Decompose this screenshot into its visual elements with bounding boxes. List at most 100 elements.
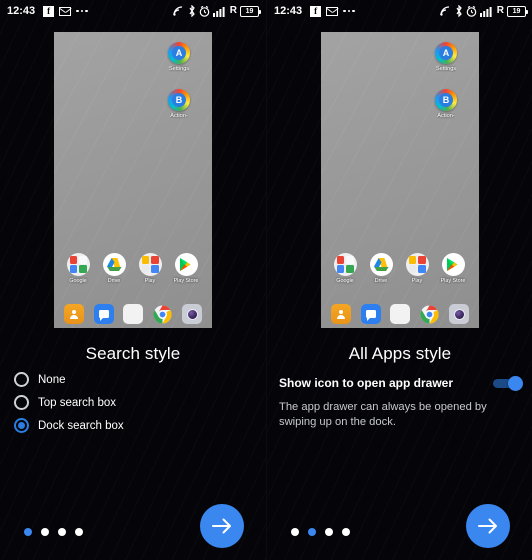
app-label: Play Store	[173, 278, 199, 284]
toggle-label: Show icon to open app drawer	[279, 376, 454, 390]
drive-icon	[102, 253, 126, 276]
phone-preview-left: A Settings B Action- Google Drive Play P…	[54, 32, 212, 328]
signal-icon	[479, 6, 494, 17]
app-drawer-toggle-row[interactable]: Show icon to open app drawer	[279, 376, 523, 391]
app-play-store[interactable]: Play Store	[168, 253, 204, 284]
radio-label: Dock search box	[38, 419, 124, 432]
app-row: Google Drive Play Play Store	[60, 253, 206, 284]
page-dot[interactable]	[325, 528, 333, 536]
app-drawer-icon[interactable]	[390, 304, 410, 324]
battery-icon: 19	[240, 5, 262, 17]
chrome-icon[interactable]	[420, 304, 440, 324]
status-bar-system-icons: R 19	[173, 5, 262, 17]
google-folder-icon	[66, 253, 90, 276]
settings-ring-icon: A	[435, 42, 457, 64]
drive-icon	[369, 253, 393, 276]
app-drawer-icon[interactable]	[123, 304, 143, 324]
toggle-knob	[508, 376, 523, 391]
play-store-icon	[441, 253, 465, 276]
status-bar-notification-icons: f	[43, 5, 88, 17]
arrow-right-icon	[477, 517, 499, 535]
app-google-folder[interactable]: Google	[327, 253, 363, 284]
status-bar-notification-icons: f	[310, 5, 355, 17]
app-play-store[interactable]: Play Store	[435, 253, 471, 284]
status-bar: 12:43 f R 19	[267, 0, 532, 22]
page-dot[interactable]	[58, 528, 66, 536]
messages-icon[interactable]	[93, 304, 114, 324]
page-dot[interactable]	[342, 528, 350, 536]
status-bar-time: 12:43	[7, 5, 36, 17]
page-title: Search style	[85, 344, 181, 363]
radio-button[interactable]	[14, 395, 29, 410]
app-label: Play Store	[440, 278, 466, 284]
next-button[interactable]	[200, 504, 244, 548]
radio-button-selected[interactable]	[14, 418, 29, 433]
camera-icon[interactable]	[449, 304, 469, 324]
chrome-icon[interactable]	[153, 304, 173, 324]
contacts-icon[interactable]	[64, 304, 84, 324]
play-folder-icon	[138, 253, 162, 276]
roaming-indicator: R	[229, 5, 237, 16]
homescreen-icon-label: Settings	[168, 66, 190, 72]
page-dot[interactable]	[75, 528, 83, 536]
app-play-folder[interactable]: Play	[399, 253, 435, 284]
battery-level: 19	[512, 7, 521, 15]
contacts-icon[interactable]	[331, 304, 351, 324]
status-bar-system-icons: R 19	[440, 5, 529, 17]
app-row: Google Drive Play Play Store	[327, 253, 473, 284]
alarm-icon	[199, 5, 210, 17]
homescreen-icon-action[interactable]: B Action-	[429, 89, 463, 119]
page-dot[interactable]	[291, 528, 299, 536]
page-dot[interactable]	[308, 528, 316, 536]
page-indicator	[24, 528, 83, 536]
app-play-folder[interactable]: Play	[132, 253, 168, 284]
status-bar-time: 12:43	[274, 5, 303, 17]
radio-option-dock-search-box[interactable]: Dock search box	[14, 414, 254, 437]
panel-search-style: 12:43 f R 19 A Settings B Action- Google…	[0, 0, 266, 560]
overflow-dots-icon	[76, 9, 88, 13]
radio-option-top-search-box[interactable]: Top search box	[14, 391, 254, 414]
camera-icon[interactable]	[182, 304, 202, 324]
homescreen-icon-settings[interactable]: A Settings	[162, 42, 196, 72]
homescreen-icon-label: Action-	[170, 113, 188, 119]
homescreen-icon-label: Settings	[435, 66, 457, 72]
radio-option-none[interactable]: None	[14, 368, 254, 391]
cast-icon	[173, 6, 185, 16]
app-label: Google	[69, 278, 87, 284]
next-button[interactable]	[466, 504, 510, 548]
screenshot-pair: 12:43 f R 19 A Settings B Action- Google…	[0, 0, 532, 560]
radio-label: None	[38, 373, 66, 386]
page-dot[interactable]	[41, 528, 49, 536]
cast-icon	[440, 6, 452, 16]
action-ring-icon: B	[168, 89, 190, 111]
battery-level: 19	[245, 7, 254, 15]
messages-icon[interactable]	[360, 304, 381, 324]
toggle-description: The app drawer can always be opened by s…	[279, 401, 487, 428]
page-dot[interactable]	[24, 528, 32, 536]
app-label: Play	[144, 278, 156, 284]
panel-all-apps-style: 12:43 f R 19 A Settings B Action- Google…	[266, 0, 532, 560]
app-label: Play	[411, 278, 423, 284]
alarm-icon	[466, 5, 477, 17]
homescreen-icon-settings[interactable]: A Settings	[429, 42, 463, 72]
app-google-folder[interactable]: Google	[60, 253, 96, 284]
signal-icon	[212, 6, 227, 17]
app-drive[interactable]: Drive	[96, 253, 132, 284]
app-drawer-toggle[interactable]	[493, 376, 523, 391]
facebook-icon: f	[310, 5, 322, 17]
app-drive[interactable]: Drive	[363, 253, 399, 284]
play-folder-icon	[405, 253, 429, 276]
gmail-icon	[326, 6, 339, 16]
radio-label: Top search box	[38, 396, 116, 409]
radio-button[interactable]	[14, 372, 29, 387]
page-title: All Apps style	[348, 344, 452, 363]
homescreen-icon-action[interactable]: B Action-	[162, 89, 196, 119]
overflow-dots-icon	[343, 9, 355, 13]
app-label: Drive	[107, 278, 121, 284]
homescreen-icon-label: Action-	[437, 113, 455, 119]
battery-icon: 19	[507, 5, 529, 17]
bluetooth-icon	[455, 5, 463, 17]
status-bar: 12:43 f R 19	[0, 0, 266, 22]
app-label: Google	[336, 278, 354, 284]
bluetooth-icon	[188, 5, 196, 17]
